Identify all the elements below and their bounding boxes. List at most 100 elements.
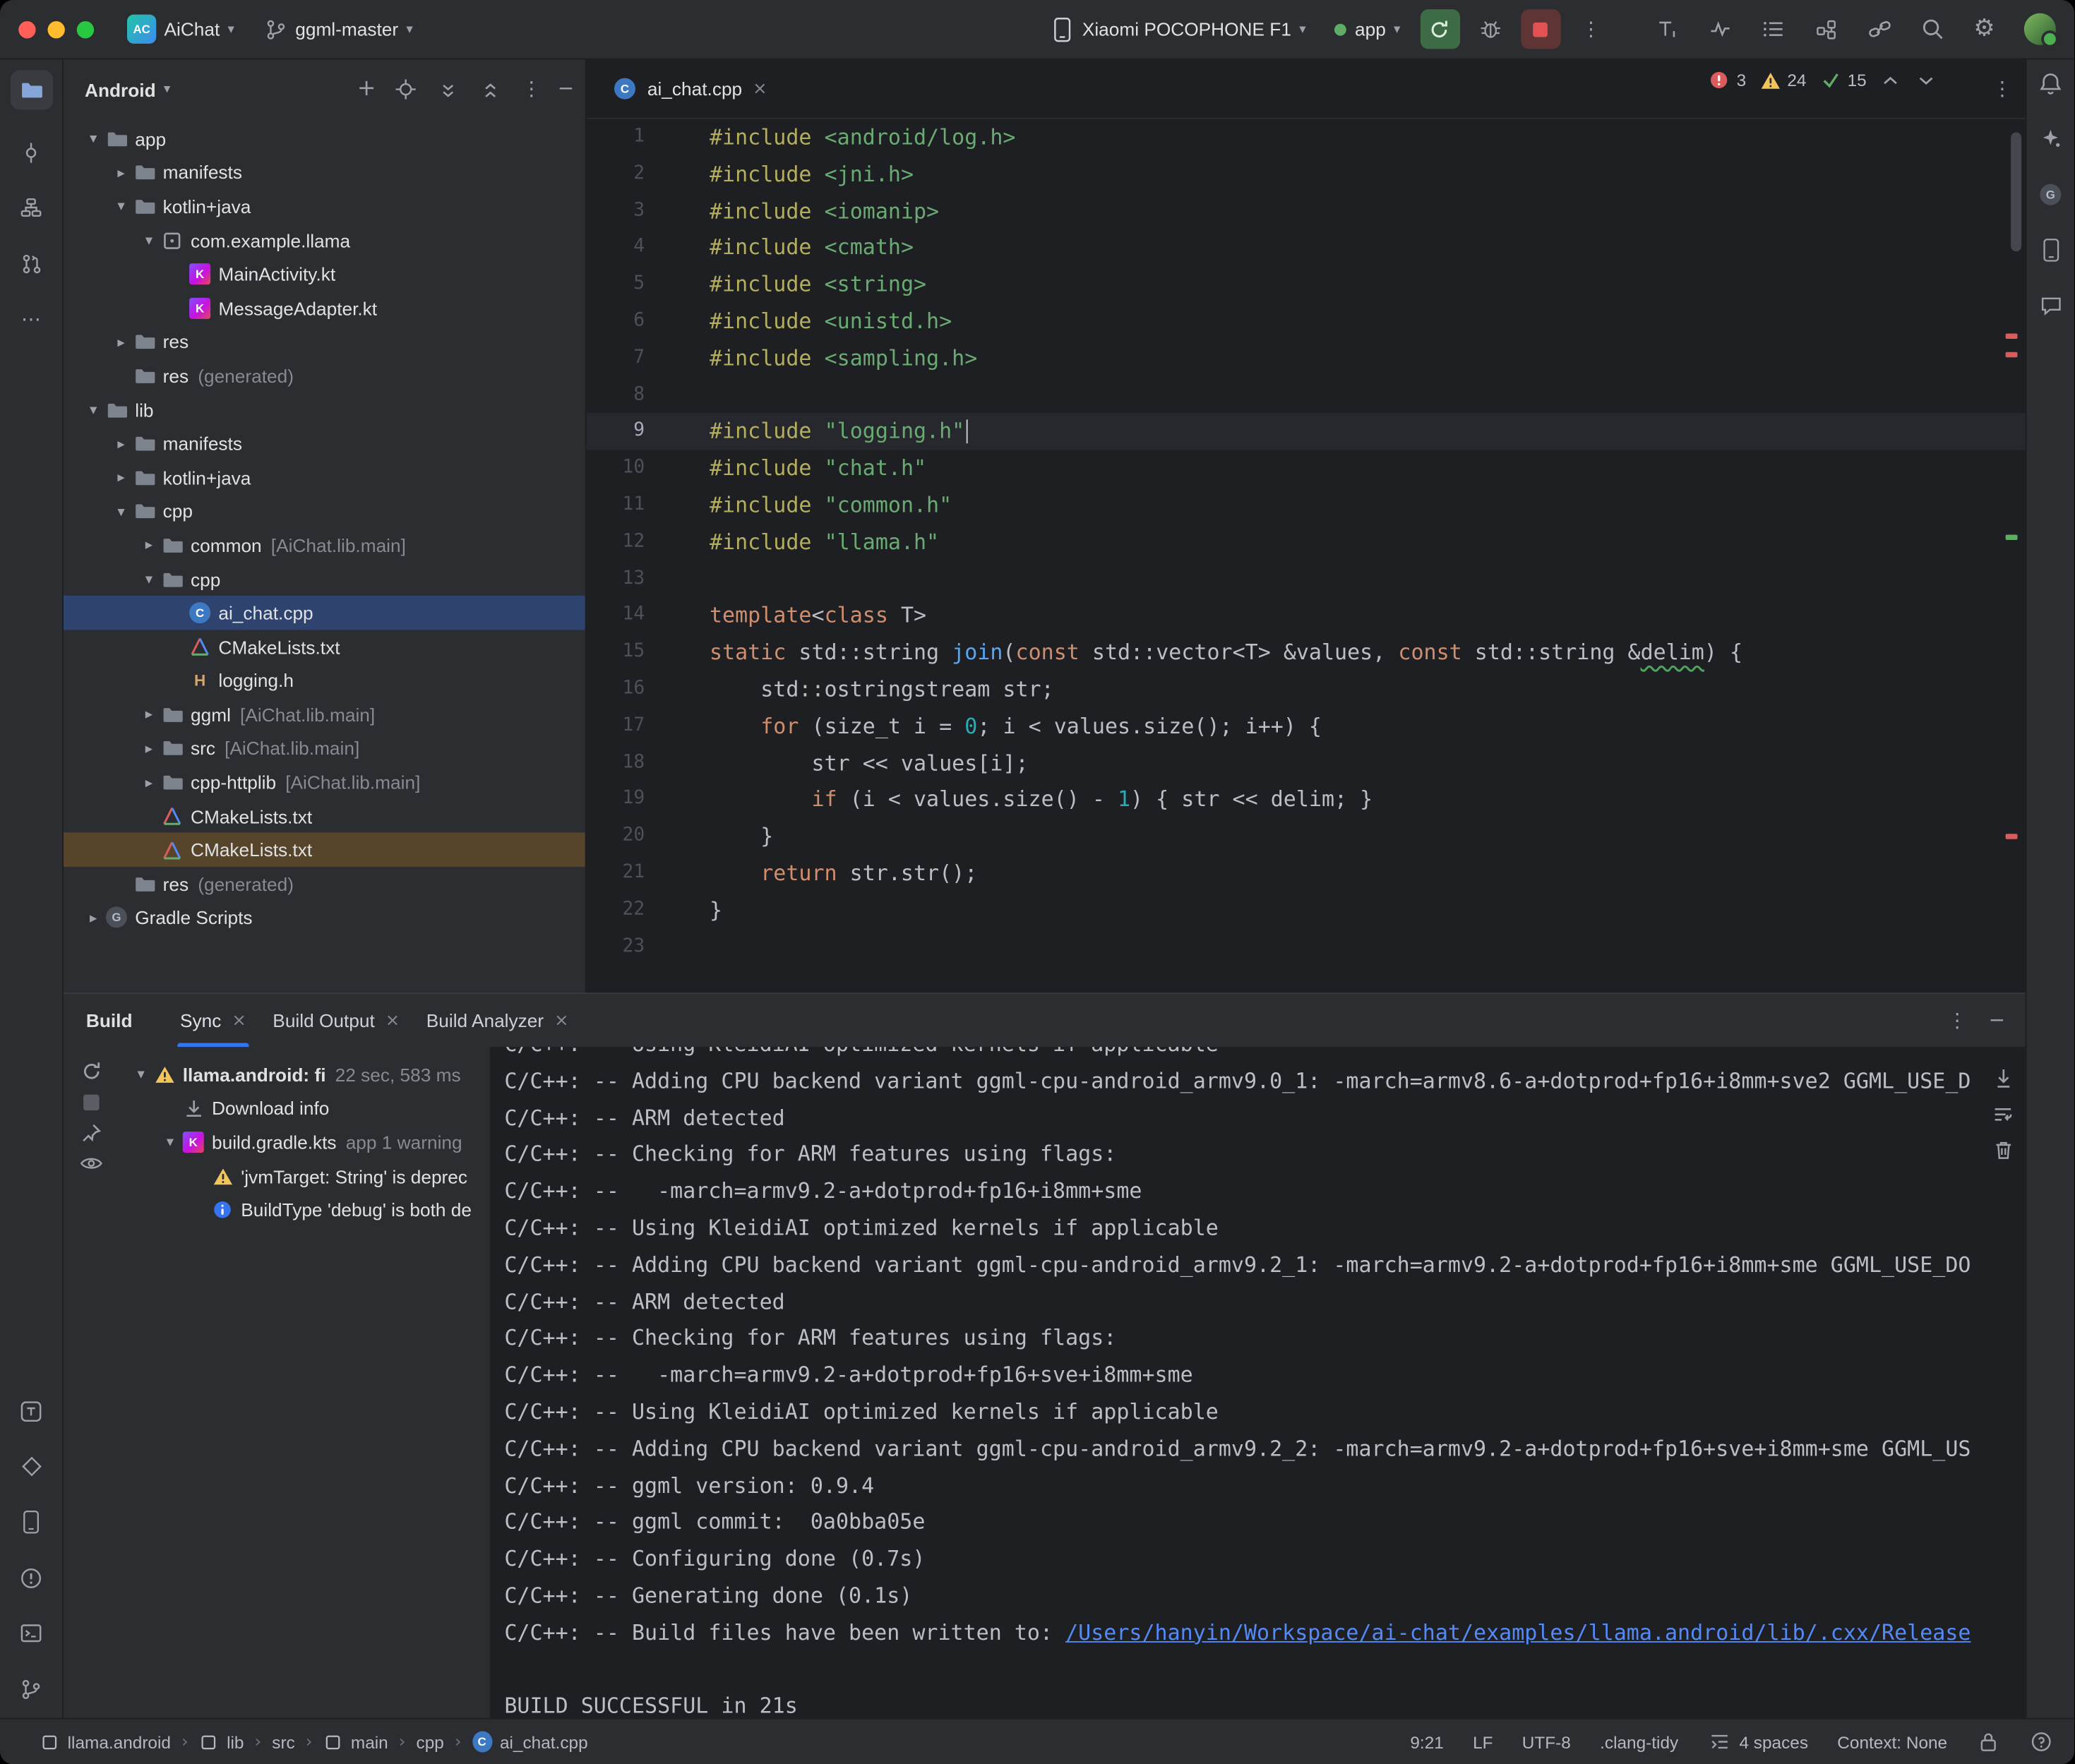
previous-issue-icon[interactable] (1879, 75, 1903, 85)
share-link-icon[interactable] (1867, 18, 1891, 40)
breadcrumb-item[interactable]: Cai_chat.cpp (472, 1732, 588, 1753)
device-manager-icon[interactable] (10, 1509, 52, 1536)
minimize-window-button[interactable] (48, 20, 65, 37)
code-style-config[interactable]: .clang-tidy (1600, 1732, 1678, 1751)
debug-app-button[interactable] (1471, 9, 1510, 49)
code-line[interactable]: 3#include <iomanip> (587, 193, 2026, 229)
code-line[interactable]: 13 (587, 560, 2026, 597)
breadcrumb-item[interactable]: src (272, 1732, 295, 1751)
breadcrumb-item[interactable]: lib (199, 1732, 244, 1751)
plugins-icon[interactable] (1814, 18, 1838, 40)
soft-wrap-icon[interactable] (1991, 1105, 2015, 1124)
stop-build-icon[interactable] (80, 1093, 104, 1112)
editor-scrollbar[interactable] (2011, 133, 2021, 252)
user-avatar[interactable] (2024, 13, 2056, 45)
caret-position[interactable]: 9:21 (1410, 1732, 1443, 1751)
run-configuration-selector[interactable]: app ▾ (1326, 13, 1410, 45)
indent-widget[interactable]: 4 spaces (1707, 1732, 1808, 1751)
commit-tool-icon[interactable] (10, 139, 52, 166)
editor-options-icon[interactable]: ⋮ (1992, 79, 2012, 99)
tree-item[interactable]: Download info (119, 1091, 490, 1125)
code-line[interactable]: 10#include "chat.h" (587, 450, 2026, 487)
chevron-down-icon[interactable]: ▾ (82, 130, 104, 147)
tree-item[interactable]: CMakeLists.txt (64, 630, 585, 664)
code-line[interactable]: 14template<class T> (587, 597, 2026, 634)
version-control-tool-icon[interactable] (10, 1676, 52, 1703)
code-line[interactable]: 5#include <string> (587, 266, 2026, 303)
help-circle-icon[interactable] (2029, 1732, 2053, 1753)
project-widget[interactable]: AC AiChat ▾ (118, 9, 244, 49)
more-options-icon[interactable]: ⋮ (522, 80, 542, 100)
pin-icon[interactable] (80, 1122, 104, 1144)
tree-item[interactable]: ▸res (64, 325, 585, 359)
close-icon[interactable]: × (554, 1011, 568, 1031)
build-log-console[interactable]: C/C++: -- Using KleidiAI optimized kerne… (491, 1047, 2026, 1718)
code-line[interactable]: 16 std::ostringstream str; (587, 671, 2026, 708)
chevron-down-icon[interactable]: ▾ (110, 503, 133, 520)
code-line[interactable]: 21 return str.str(); (587, 855, 2026, 892)
tree-item[interactable]: ▾cpp (64, 562, 585, 596)
hide-build-panel-icon[interactable]: ─ (1991, 1011, 2003, 1031)
tree-item[interactable]: ▾kotlin+java (64, 189, 585, 223)
chevron-right-icon[interactable]: ▸ (138, 774, 160, 791)
error-stripe-mark[interactable] (2006, 352, 2018, 358)
chevron-right-icon[interactable]: ▸ (138, 536, 160, 553)
project-tool-icon[interactable] (10, 70, 52, 109)
tree-item[interactable]: ▸GGradle Scripts (64, 901, 585, 935)
chevron-down-icon[interactable]: ▾ (82, 401, 104, 418)
clear-console-icon[interactable] (1991, 1139, 2015, 1160)
vcs-branch-widget[interactable]: ggml-master ▾ (254, 13, 422, 46)
tree-item[interactable]: ▾Kbuild.gradle.ktsapp 1 warning (119, 1125, 490, 1159)
tree-item[interactable]: ▸kotlin+java (64, 460, 585, 494)
device-mirror-icon[interactable] (10, 1398, 52, 1424)
chevron-right-icon[interactable]: ▸ (110, 469, 133, 486)
chevron-down-icon[interactable]: ▾ (138, 232, 160, 248)
scroll-to-end-icon[interactable] (1991, 1068, 2015, 1089)
tree-item[interactable]: BuildType 'debug' is both de (119, 1193, 490, 1227)
tree-item[interactable]: ▸cpp-httplib[AiChat.lib.main] (64, 765, 585, 799)
more-tool-windows-icon[interactable]: ⋯ (10, 306, 52, 332)
problems-tool-icon[interactable] (10, 1564, 52, 1591)
tree-item[interactable]: 'jvmTarget: String' is deprec (119, 1159, 490, 1193)
settings-gear-icon[interactable]: ⚙ (1973, 17, 1995, 41)
tree-item[interactable]: ▸ggml[AiChat.lib.main] (64, 697, 585, 731)
terminal-tool-icon[interactable] (10, 1620, 52, 1647)
code-line[interactable]: 22} (587, 892, 2026, 928)
expand-all-icon[interactable] (437, 79, 461, 100)
tree-item[interactable]: ▾cpp (64, 494, 585, 528)
rerun-build-icon[interactable] (80, 1060, 104, 1083)
code-line[interactable]: 6#include <unistd.h> (587, 303, 2026, 340)
code-line[interactable]: 12#include "llama.h" (587, 524, 2026, 560)
inspections-widget[interactable]: 3 24 15 (1707, 70, 1938, 90)
lock-icon[interactable] (1976, 1732, 2000, 1753)
error-stripe-mark[interactable] (2006, 334, 2018, 340)
chevron-right-icon[interactable]: ▸ (138, 706, 160, 723)
rerun-app-button[interactable] (1421, 9, 1460, 49)
error-stripe-mark[interactable] (2006, 834, 2018, 839)
chevron-right-icon[interactable]: ▸ (110, 333, 133, 350)
search-icon[interactable] (1920, 17, 1944, 41)
more-run-actions-button[interactable]: ⋮ (1571, 9, 1610, 49)
file-encoding[interactable]: UTF-8 (1522, 1732, 1571, 1751)
profiler-icon[interactable] (1709, 18, 1733, 40)
add-icon[interactable]: + (357, 78, 376, 101)
close-icon[interactable]: × (232, 1011, 246, 1031)
code-line[interactable]: 11#include "common.h" (587, 487, 2026, 524)
gradle-tool-icon[interactable]: G (2029, 181, 2071, 208)
build-tab-build-analyzer[interactable]: Build Analyzer× (413, 994, 582, 1047)
pull-requests-tool-icon[interactable] (10, 250, 52, 277)
tree-item[interactable]: ▸src[AiChat.lib.main] (64, 731, 585, 765)
code-line[interactable]: 15static std::string join(const std::vec… (587, 634, 2026, 671)
tree-item[interactable]: Hlogging.h (64, 664, 585, 697)
code-line[interactable]: 19 if (i < values.size() - 1) { str << d… (587, 781, 2026, 818)
editor-tab[interactable]: C ai_chat.cpp × (599, 59, 780, 118)
code-line[interactable]: 9#include "logging.h" (587, 414, 2026, 450)
collapse-all-icon[interactable] (479, 79, 503, 100)
chevron-right-icon[interactable]: ▸ (110, 164, 133, 181)
zoom-window-button[interactable] (77, 20, 94, 37)
breadcrumb-item[interactable]: llama.android (40, 1732, 171, 1751)
build-variants-icon[interactable] (10, 1453, 52, 1480)
change-stripe-mark[interactable] (2006, 535, 2018, 541)
build-options-icon[interactable]: ⋮ (1947, 1011, 1967, 1031)
code-line[interactable]: 17 for (size_t i = 0; i < values.size();… (587, 708, 2026, 745)
